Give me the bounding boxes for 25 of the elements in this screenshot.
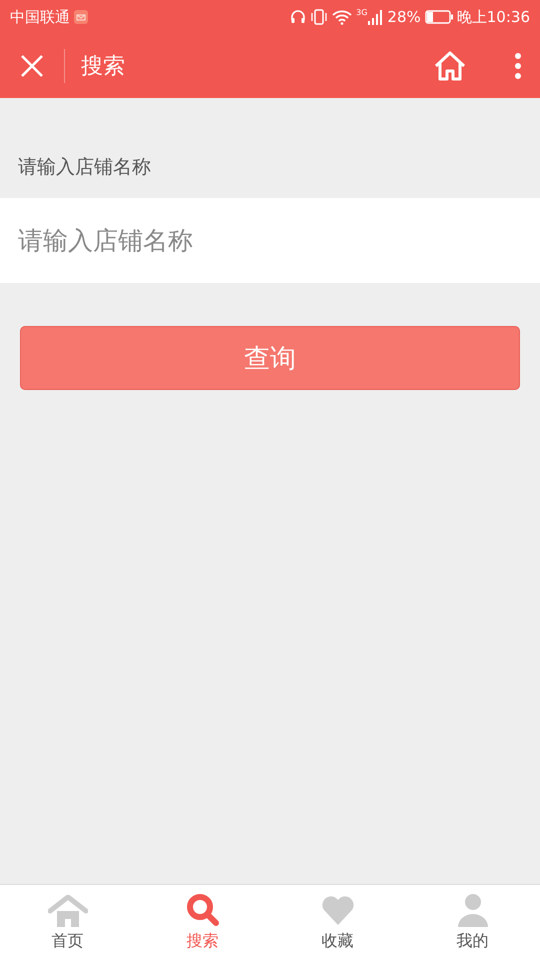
clock-time: 晚上10:36 <box>456 8 530 26</box>
search-icon <box>186 893 220 927</box>
tab-item[interactable]: 收藏 <box>270 885 405 960</box>
mail-icon <box>74 10 88 24</box>
person-icon <box>456 893 490 927</box>
carrier-name: 中国联通 <box>10 8 70 26</box>
field-label: 请输入店铺名称 <box>17 155 152 180</box>
house-icon <box>434 51 466 81</box>
battery-percent: 28% <box>387 8 421 26</box>
headphones-icon <box>290 9 306 25</box>
more-button[interactable] <box>512 50 524 82</box>
store-name-field[interactable]: 请输入店铺名称 <box>0 198 540 283</box>
wifi-icon <box>332 9 352 25</box>
tab-item[interactable]: 我的 <box>405 885 540 960</box>
vibrate-icon <box>310 9 328 25</box>
house-icon <box>48 895 88 927</box>
tab-item[interactable]: 首页 <box>0 885 135 960</box>
battery-icon <box>424 10 453 24</box>
close-icon <box>20 54 44 78</box>
heart-icon <box>320 895 354 927</box>
more-icon <box>514 52 522 80</box>
page-title: 搜索 <box>81 53 125 81</box>
home-button[interactable] <box>432 49 468 83</box>
signal-icon <box>367 9 384 25</box>
network-type: 3G <box>356 9 368 17</box>
